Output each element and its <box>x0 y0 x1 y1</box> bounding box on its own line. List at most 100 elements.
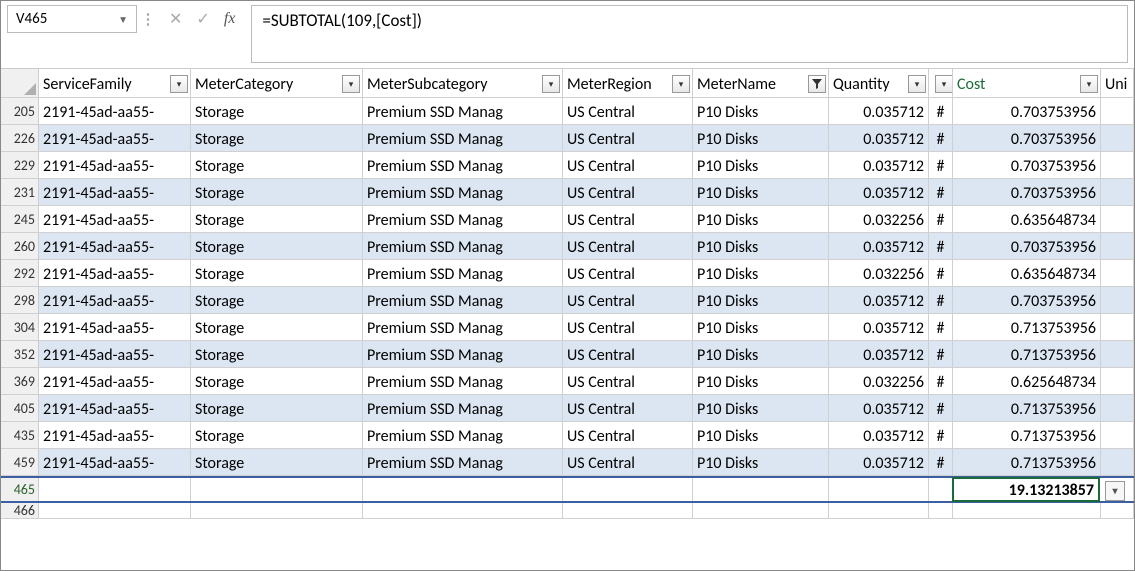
cell-metercategory[interactable]: Storage <box>191 260 363 286</box>
cell-metersubcategory[interactable]: Premium SSD Manag <box>363 287 563 313</box>
cell-quantity[interactable]: 0.035712 <box>829 449 929 475</box>
cell-metercategory[interactable]: Storage <box>191 368 363 394</box>
col-header-servicefamily[interactable]: ServiceFamily ▾ <box>39 69 191 97</box>
cell-metercategory[interactable]: Storage <box>191 233 363 259</box>
cell[interactable]: ▾ <box>1099 478 1134 501</box>
cell-quantity[interactable]: 0.032256 <box>829 368 929 394</box>
cell-narrow[interactable]: # <box>929 287 953 313</box>
cell-metername[interactable]: P10 Disks <box>693 422 829 448</box>
subtotal-dropdown-icon[interactable]: ▾ <box>1105 481 1125 501</box>
cell-metername[interactable]: P10 Disks <box>693 395 829 421</box>
cell-metercategory[interactable]: Storage <box>191 98 363 124</box>
cell[interactable] <box>929 503 953 518</box>
cell-meterregion[interactable]: US Central <box>563 125 693 151</box>
cell-unit[interactable] <box>1101 314 1134 340</box>
cell-metersubcategory[interactable]: Premium SSD Manag <box>363 233 563 259</box>
cell-metername[interactable]: P10 Disks <box>693 179 829 205</box>
cell[interactable] <box>829 478 929 501</box>
row-header[interactable]: 260 <box>1 233 39 259</box>
cell-quantity[interactable]: 0.035712 <box>829 287 929 313</box>
cell-metername[interactable]: P10 Disks <box>693 314 829 340</box>
cell-narrow[interactable]: # <box>929 152 953 178</box>
cell-metername[interactable]: P10 Disks <box>693 233 829 259</box>
filter-icon[interactable]: ▾ <box>908 75 926 93</box>
cell-servicefamily[interactable]: 2191-45ad-aa55- <box>39 206 191 232</box>
cell[interactable] <box>563 503 693 518</box>
col-header-metersubcategory[interactable]: MeterSubcategory ▾ <box>363 69 563 97</box>
cell[interactable] <box>39 478 191 501</box>
cell-metersubcategory[interactable]: Premium SSD Manag <box>363 152 563 178</box>
filter-icon[interactable]: ▾ <box>170 75 188 93</box>
cell-servicefamily[interactable]: 2191-45ad-aa55- <box>39 395 191 421</box>
cell[interactable] <box>191 478 363 501</box>
cell-meterregion[interactable]: US Central <box>563 152 693 178</box>
cell-unit[interactable] <box>1101 422 1134 448</box>
cell-narrow[interactable]: # <box>929 260 953 286</box>
cell-narrow[interactable]: # <box>929 449 953 475</box>
cell-servicefamily[interactable]: 2191-45ad-aa55- <box>39 449 191 475</box>
cell-quantity[interactable]: 0.035712 <box>829 395 929 421</box>
row-header[interactable]: 304 <box>1 314 39 340</box>
cell-meterregion[interactable]: US Central <box>563 98 693 124</box>
cell-narrow[interactable]: # <box>929 179 953 205</box>
cell-cost[interactable]: 0.713753956 <box>953 314 1101 340</box>
col-header-unit[interactable]: Uni <box>1101 69 1134 97</box>
filter-icon[interactable]: ▾ <box>542 75 560 93</box>
cell-quantity[interactable]: 0.035712 <box>829 422 929 448</box>
cell-metername[interactable]: P10 Disks <box>693 260 829 286</box>
cell-narrow[interactable]: # <box>929 395 953 421</box>
cell[interactable] <box>363 478 563 501</box>
cell-metersubcategory[interactable]: Premium SSD Manag <box>363 449 563 475</box>
cell-metercategory[interactable]: Storage <box>191 179 363 205</box>
cell[interactable] <box>953 503 1101 518</box>
cell-unit[interactable] <box>1101 125 1134 151</box>
cell[interactable] <box>191 503 363 518</box>
cell-meterregion[interactable]: US Central <box>563 395 693 421</box>
cell[interactable] <box>1101 503 1134 518</box>
name-box[interactable]: V465 ▼ <box>7 5 137 33</box>
cell-narrow[interactable]: # <box>929 125 953 151</box>
cell-quantity[interactable]: 0.035712 <box>829 152 929 178</box>
row-header[interactable]: 405 <box>1 395 39 421</box>
cell-metersubcategory[interactable]: Premium SSD Manag <box>363 125 563 151</box>
row-header[interactable]: 245 <box>1 206 39 232</box>
cell-metername[interactable]: P10 Disks <box>693 125 829 151</box>
cell[interactable] <box>693 503 829 518</box>
cell-narrow[interactable]: # <box>929 368 953 394</box>
cell-unit[interactable] <box>1101 179 1134 205</box>
cell[interactable] <box>829 503 929 518</box>
cell-servicefamily[interactable]: 2191-45ad-aa55- <box>39 98 191 124</box>
cell-cost[interactable]: 0.625648734 <box>953 368 1101 394</box>
cell-quantity[interactable]: 0.035712 <box>829 341 929 367</box>
cell-servicefamily[interactable]: 2191-45ad-aa55- <box>39 368 191 394</box>
cell-narrow[interactable]: # <box>929 314 953 340</box>
cell-metersubcategory[interactable]: Premium SSD Manag <box>363 179 563 205</box>
cell-quantity[interactable]: 0.035712 <box>829 179 929 205</box>
row-header[interactable]: 352 <box>1 341 39 367</box>
row-header[interactable]: 229 <box>1 152 39 178</box>
cell-metercategory[interactable]: Storage <box>191 125 363 151</box>
cell-meterregion[interactable]: US Central <box>563 341 693 367</box>
cell-quantity[interactable]: 0.032256 <box>829 206 929 232</box>
cell-metersubcategory[interactable]: Premium SSD Manag <box>363 260 563 286</box>
cell-unit[interactable] <box>1101 395 1134 421</box>
cell-meterregion[interactable]: US Central <box>563 233 693 259</box>
cell-quantity[interactable]: 0.035712 <box>829 98 929 124</box>
cell-servicefamily[interactable]: 2191-45ad-aa55- <box>39 152 191 178</box>
cell-narrow[interactable]: # <box>929 98 953 124</box>
cell-metersubcategory[interactable]: Premium SSD Manag <box>363 368 563 394</box>
cell-meterregion[interactable]: US Central <box>563 287 693 313</box>
cell-cost[interactable]: 0.703753956 <box>953 98 1101 124</box>
cell-cost[interactable]: 0.713753956 <box>953 422 1101 448</box>
cell-meterregion[interactable]: US Central <box>563 368 693 394</box>
cell-quantity[interactable]: 0.035712 <box>829 233 929 259</box>
name-box-dropdown-icon[interactable]: ▼ <box>118 13 128 26</box>
subtotal-cost-cell[interactable]: 19.13213857 <box>952 477 1100 502</box>
cell-unit[interactable] <box>1101 152 1134 178</box>
row-header[interactable]: 226 <box>1 125 39 151</box>
cell-servicefamily[interactable]: 2191-45ad-aa55- <box>39 287 191 313</box>
row-header[interactable]: 231 <box>1 179 39 205</box>
cell-metername[interactable]: P10 Disks <box>693 287 829 313</box>
row-header[interactable]: 298 <box>1 287 39 313</box>
cell-servicefamily[interactable]: 2191-45ad-aa55- <box>39 179 191 205</box>
